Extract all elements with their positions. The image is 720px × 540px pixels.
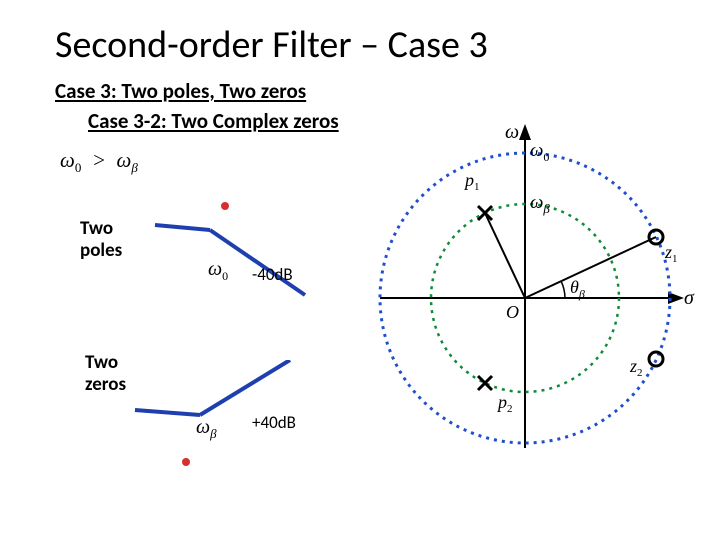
inequality-omega0-gt-omegabeta: ω0 > ωβ: [60, 148, 138, 176]
slope-label-plus40db: +40dB: [252, 412, 296, 433]
label-z2: z2: [629, 356, 643, 379]
corner-freq-omega0: ω0: [208, 258, 228, 284]
label-omega0: ω0: [530, 140, 549, 164]
axis-label-sigma: σ: [684, 287, 695, 309]
origin-label: O: [506, 302, 519, 322]
bode-sketch-zeros: [130, 360, 290, 460]
axis-label-jw: ω: [505, 121, 519, 143]
bode-sketch-poles: [150, 200, 310, 300]
label-z1: z1: [664, 242, 678, 265]
label-p1: p1: [463, 170, 480, 193]
subtitle-case3: Case 3: Two poles, Two zeros: [55, 78, 306, 104]
subtitle-case3-2: Case 3-2: Two Complex zeros: [88, 108, 339, 134]
label-two-poles: Twopoles: [80, 218, 122, 262]
label-p2: p2: [496, 392, 513, 415]
page-title: Second-order Filter – Case 3: [55, 22, 488, 68]
label-two-zeros: Twozeros: [85, 352, 126, 396]
slope-label-minus40db: -40dB: [252, 264, 293, 285]
label-omega-beta: ωβ: [530, 192, 550, 216]
pole-zero-plot: ω σ O ω0 ωβ θβ p1 p2 z1 z2: [370, 118, 700, 458]
corner-freq-omega-beta: ωβ: [196, 416, 217, 442]
